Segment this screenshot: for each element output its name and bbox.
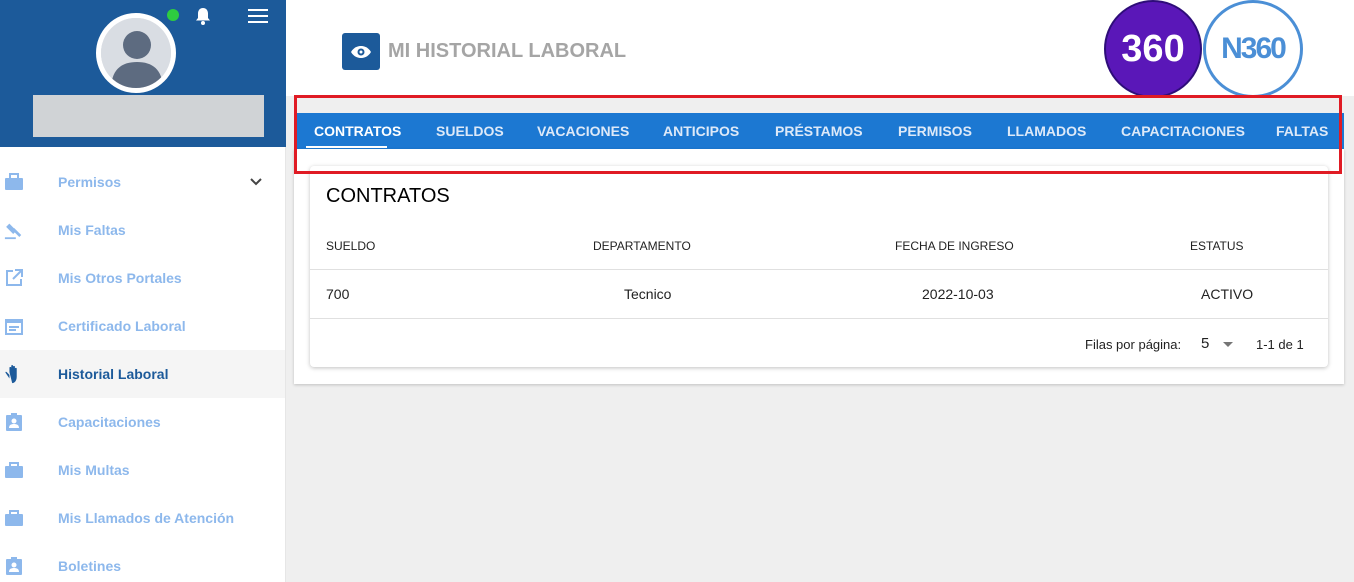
user-silhouette-icon	[101, 18, 171, 88]
sidebar-item-boletines[interactable]: Boletines	[0, 542, 285, 582]
card-title: CONTRATOS	[326, 185, 450, 207]
sidebar-item-label: Certificado Laboral	[58, 318, 186, 334]
bell-icon[interactable]	[193, 6, 213, 26]
external-link-icon	[4, 267, 24, 289]
sidebar-item-mis-otros-portales[interactable]: Mis Otros Portales	[0, 254, 285, 302]
online-status-dot	[167, 9, 179, 21]
rows-per-page-label: Filas por página:	[1085, 337, 1182, 352]
sidebar-item-label: Mis Otros Portales	[58, 270, 182, 286]
active-tab-indicator	[306, 146, 387, 148]
sidebar: Permisos Mis Faltas Mis Otros Portales C…	[0, 0, 286, 582]
logo-360: 360	[1104, 0, 1202, 98]
column-header-fecha-ingreso: FECHA DE INGRESO	[895, 239, 1014, 253]
tab-faltas[interactable]: FALTAS	[1276, 113, 1328, 149]
tab-vacaciones[interactable]: VACACIONES	[537, 113, 629, 149]
sidebar-item-label: Historial Laboral	[58, 366, 169, 382]
sidebar-item-mis-llamados[interactable]: Mis Llamados de Atención	[0, 494, 285, 542]
cell-departamento: Tecnico	[624, 286, 672, 302]
tab-contratos[interactable]: CONTRATOS	[314, 113, 401, 149]
contracts-card: CONTRATOS SUELDO DEPARTAMENTO FECHA DE I…	[310, 166, 1328, 367]
sidebar-header	[0, 0, 286, 147]
cell-estatus: ACTIVO	[1201, 286, 1254, 302]
sidebar-menu: Permisos Mis Faltas Mis Otros Portales C…	[0, 158, 285, 582]
sidebar-item-certificado-laboral[interactable]: Certificado Laboral	[0, 302, 285, 350]
sidebar-item-historial-laboral[interactable]: Historial Laboral	[0, 350, 285, 398]
chevron-down-icon[interactable]	[249, 175, 263, 189]
sidebar-item-label: Boletines	[58, 558, 122, 574]
user-name-placeholder	[33, 95, 264, 137]
hamburger-menu-icon[interactable]	[247, 7, 269, 25]
sidebar-item-label: Mis Multas	[58, 462, 130, 478]
briefcase-icon	[4, 171, 24, 193]
tab-anticipos[interactable]: ANTICIPOS	[663, 113, 739, 149]
header-divider	[310, 269, 1328, 270]
column-header-estatus: ESTATUS	[1190, 239, 1244, 253]
tab-permisos[interactable]: PERMISOS	[898, 113, 972, 149]
sidebar-item-label: Capacitaciones	[58, 414, 161, 430]
briefcase-icon	[4, 459, 24, 481]
row-divider	[310, 318, 1328, 319]
badge-icon	[4, 555, 24, 577]
briefcase-icon	[4, 507, 24, 529]
eye-icon	[342, 33, 380, 70]
sidebar-item-mis-faltas[interactable]: Mis Faltas	[0, 206, 285, 254]
column-header-departamento: DEPARTAMENTO	[593, 239, 691, 253]
caret-down-icon[interactable]	[1223, 342, 1233, 347]
tab-prestamos[interactable]: PRÉSTAMOS	[775, 113, 863, 149]
sidebar-item-label: Mis Faltas	[58, 222, 126, 238]
sidebar-item-permisos[interactable]: Permisos	[0, 158, 285, 206]
tab-bar: CONTRATOS SUELDOS VACACIONES ANTICIPOS P…	[294, 113, 1344, 149]
pagination-range: 1-1 de 1	[1256, 337, 1304, 352]
column-header-sueldo: SUELDO	[326, 239, 376, 253]
tab-capacitaciones[interactable]: CAPACITACIONES	[1121, 113, 1245, 149]
main-content: MI HISTORIAL LABORAL 360 N360 CONTRATOS …	[286, 0, 1354, 582]
gavel-icon	[4, 219, 24, 241]
cell-fecha-ingreso: 2022-10-03	[922, 286, 994, 302]
sidebar-item-label: Mis Llamados de Atención	[58, 510, 235, 526]
hand-icon	[4, 363, 24, 385]
page-title: MI HISTORIAL LABORAL	[388, 40, 627, 62]
calendar-icon	[4, 315, 24, 337]
tab-sueldos[interactable]: SUELDOS	[436, 113, 504, 149]
logo-n360: N360	[1203, 0, 1303, 98]
sidebar-item-mis-multas[interactable]: Mis Multas	[0, 446, 285, 494]
rows-per-page-select[interactable]: 5	[1201, 335, 1209, 352]
sidebar-item-label: Permisos	[58, 174, 122, 190]
cell-sueldo: 700	[326, 286, 350, 302]
tab-llamados[interactable]: LLAMADOS	[1007, 113, 1086, 149]
badge-icon	[4, 411, 24, 433]
sidebar-item-capacitaciones[interactable]: Capacitaciones	[0, 398, 285, 446]
avatar[interactable]	[96, 13, 176, 93]
